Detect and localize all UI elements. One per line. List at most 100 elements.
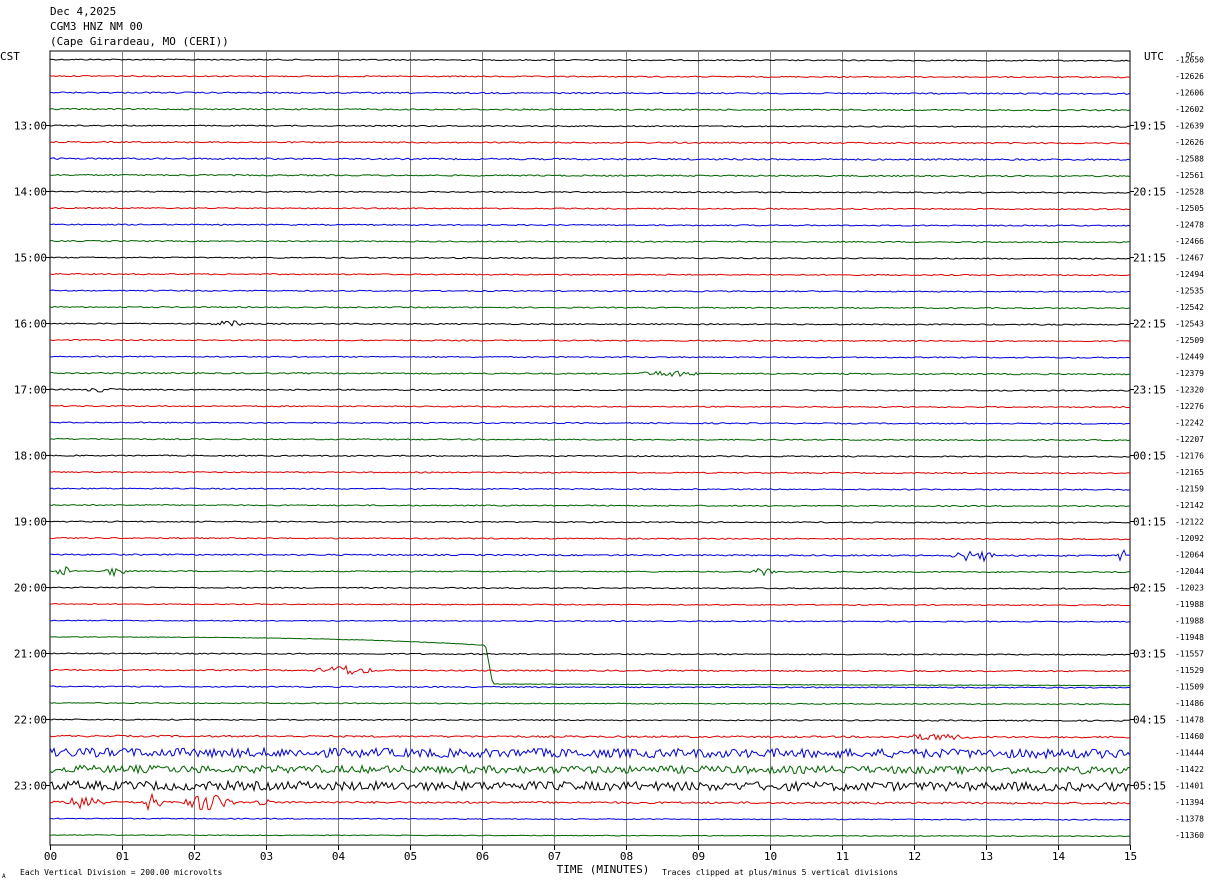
dc-offset-label: -12542 [1175, 303, 1204, 312]
cst-hour-label: 13:00 [14, 120, 47, 133]
x-tick-label: 06 [476, 850, 489, 863]
dc-offset-label: -12207 [1175, 435, 1204, 444]
utc-hour-label: 02:15 [1133, 582, 1166, 595]
trace-6 [49, 157, 1131, 161]
cst-hour-label: 18:00 [14, 450, 47, 463]
cst-hour-label: 22:00 [14, 714, 47, 727]
dc-offset-label: -11422 [1175, 765, 1204, 774]
dc-offset-label: -12561 [1175, 171, 1204, 180]
footer-clip-note: Traces clipped at plus/minus 5 vertical … [662, 868, 898, 877]
trace-2 [49, 91, 1131, 95]
utc-hour-label: 05:15 [1133, 780, 1166, 793]
x-tick-label: 03 [260, 850, 273, 863]
x-tick-label: 09 [692, 850, 705, 863]
trace-30 [49, 549, 1131, 563]
trace-10 [49, 223, 1131, 227]
utc-hour-label: 19:15 [1133, 120, 1166, 133]
plot-frame [49, 50, 1131, 846]
x-tick-label: 05 [404, 850, 417, 863]
trace-26 [49, 487, 1131, 491]
trace-31 [49, 566, 1131, 578]
dc-offset-label: -12626 [1175, 72, 1204, 81]
trace-19 [49, 370, 1131, 378]
dc-offset-label: -12528 [1175, 188, 1204, 197]
dc-offset-label: -12122 [1175, 518, 1204, 527]
x-tick-label: 12 [908, 850, 921, 863]
trace-45 [49, 792, 1131, 812]
dc-offset-label: -11478 [1175, 716, 1204, 725]
utc-hour-label: 03:15 [1133, 648, 1166, 661]
cst-hour-label: 20:00 [14, 582, 47, 595]
trace-36 [49, 652, 1131, 656]
dc-offset-label: -12588 [1175, 155, 1204, 164]
x-tick-label: 02 [188, 850, 201, 863]
x-axis-title: TIME (MINUTES) [557, 863, 650, 876]
corner-mark: A [2, 873, 6, 880]
trace-5 [49, 140, 1131, 145]
trace-38 [49, 685, 1131, 689]
x-tick-label: 10 [764, 850, 777, 863]
dc-offset-label: -12165 [1175, 468, 1204, 477]
trace-3 [49, 107, 1131, 112]
trace-7 [49, 173, 1131, 178]
trace-29 [49, 537, 1131, 541]
x-tick-label: 13 [980, 850, 993, 863]
x-tick-label: 08 [620, 850, 633, 863]
trace-4 [49, 124, 1131, 128]
dc-offset-label: -11557 [1175, 650, 1204, 659]
dc-offset-label: -11401 [1175, 782, 1204, 791]
dc-offset-label: -12543 [1175, 320, 1204, 329]
dc-offset-label: -12626 [1175, 138, 1204, 147]
dc-offset-label: -11509 [1175, 683, 1204, 692]
dc-offset-label: -12379 [1175, 369, 1204, 378]
trace-37 [49, 664, 1131, 675]
trace-40 [49, 718, 1131, 722]
cst-hour-label: 19:00 [14, 516, 47, 529]
dc-offset-label: -12606 [1175, 89, 1204, 98]
dc-offset-label: -11394 [1175, 798, 1204, 807]
utc-zone-label: UTC [1144, 50, 1164, 63]
dc-offset-label: -12176 [1175, 452, 1204, 461]
dc-offset-label: -12159 [1175, 485, 1204, 494]
dc-offset-label: -12242 [1175, 419, 1204, 428]
trace-35 [49, 636, 1131, 687]
trace-32 [49, 586, 1131, 590]
trace-13 [49, 272, 1131, 277]
dc-offset-label: -11360 [1175, 831, 1204, 840]
cst-hour-label: 21:00 [14, 648, 47, 661]
utc-hour-label: 23:15 [1133, 384, 1166, 397]
trace-11 [49, 239, 1131, 244]
trace-0 [49, 58, 1131, 62]
trace-44 [49, 779, 1131, 793]
dc-label: DC [1186, 51, 1194, 59]
trace-42 [49, 746, 1131, 760]
trace-22 [49, 421, 1131, 425]
dc-offset-label: -12142 [1175, 501, 1204, 510]
x-tick-label: 07 [548, 850, 561, 863]
dc-offset-label: -12467 [1175, 254, 1204, 263]
x-tick-label: 15 [1124, 850, 1137, 863]
seismogram-chart: 00 01 02 03 04 05 06 07 08 09 10 11 12 13 14 15-12650-1… [0, 50, 1204, 880]
cst-hour-label: 15:00 [14, 252, 47, 265]
x-tick-label: 01 [116, 850, 129, 863]
dc-offset-label: -12639 [1175, 122, 1204, 131]
cst-hour-label: 14:00 [14, 186, 47, 199]
trace-1 [49, 74, 1131, 79]
dc-offset-label: -12320 [1175, 386, 1204, 395]
dc-offset-label: -12509 [1175, 336, 1204, 345]
x-tick-label: 11 [836, 850, 849, 863]
trace-14 [49, 289, 1131, 293]
utc-hour-label: 00:15 [1133, 450, 1166, 463]
dc-offset-label: -11948 [1175, 633, 1204, 642]
x-tick-label: 00 [44, 850, 57, 863]
trace-24 [49, 454, 1131, 458]
x-tick-label: 14 [1052, 850, 1066, 863]
utc-hour-label: 20:15 [1133, 186, 1166, 199]
dc-offset-label: -12478 [1175, 221, 1204, 230]
trace-33 [49, 603, 1131, 607]
cst-zone-label: CST [0, 50, 20, 63]
dc-offset-label: -12449 [1175, 353, 1204, 362]
dc-offset-label: -12466 [1175, 237, 1204, 246]
cst-hour-label: 17:00 [14, 384, 47, 397]
dc-offset-label: -12505 [1175, 204, 1204, 213]
